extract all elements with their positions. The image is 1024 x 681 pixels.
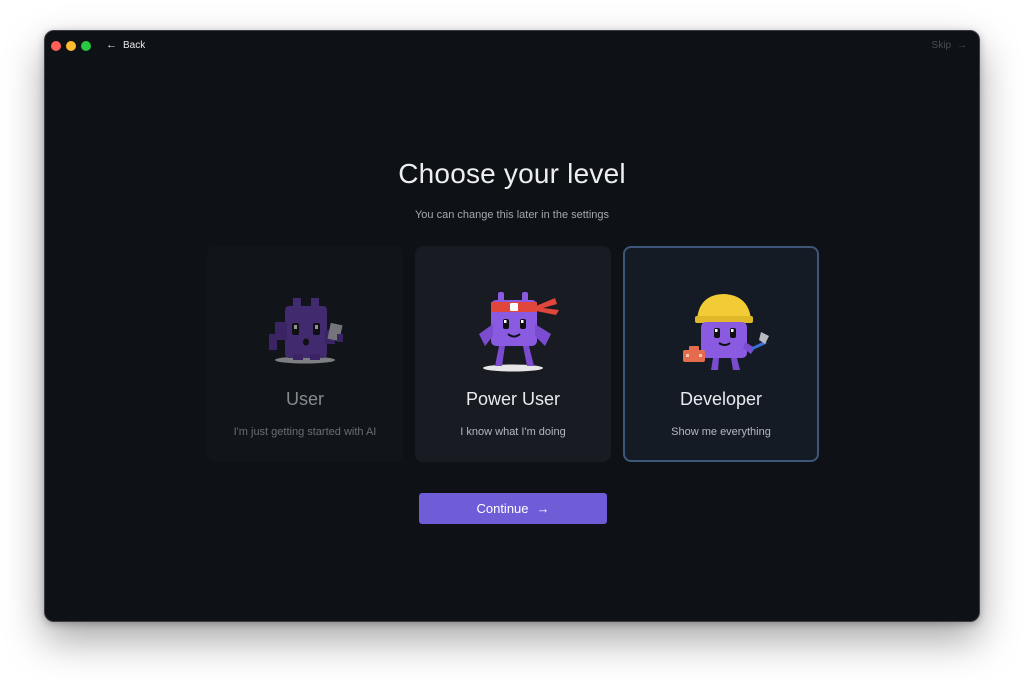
arrow-right-icon: → (957, 40, 967, 51)
onboarding-window: ← Back Skip → Choose your level You can … (44, 30, 980, 622)
continue-button[interactable]: Continue → (419, 493, 607, 524)
level-description: I'm just getting started with AI (233, 426, 377, 438)
arrow-right-icon: → (536, 501, 550, 516)
level-card-power-user[interactable]: Power User I know what I'm doing (415, 246, 611, 462)
level-card-developer[interactable]: Developer Show me everything (623, 246, 819, 462)
developer-mascot-icon (683, 294, 769, 370)
zoom-window-button[interactable] (81, 41, 91, 51)
back-button[interactable]: ← Back (106, 39, 145, 51)
level-title: User (285, 389, 324, 409)
power-user-mascot-icon (479, 292, 559, 372)
skip-button[interactable]: Skip → (932, 40, 967, 51)
continue-label: Continue (476, 501, 529, 516)
minimize-window-button[interactable] (66, 41, 76, 51)
titlebar: ← Back Skip → (45, 31, 979, 61)
arrow-left-icon: ← (106, 39, 117, 51)
page-title: Choose your level (398, 158, 626, 189)
user-mascot-icon (269, 298, 343, 364)
level-description: Show me everything (671, 426, 771, 438)
back-label: Back (123, 39, 146, 51)
level-card-user[interactable]: User I'm just getting started with AI (207, 246, 403, 462)
skip-label: Skip (931, 40, 951, 51)
close-window-button[interactable] (51, 41, 61, 51)
page-subtitle: You can change this later in the setting… (414, 209, 610, 221)
level-title: Developer (679, 389, 763, 409)
level-title: Power User (465, 389, 561, 409)
level-description: I know what I'm doing (460, 426, 566, 438)
